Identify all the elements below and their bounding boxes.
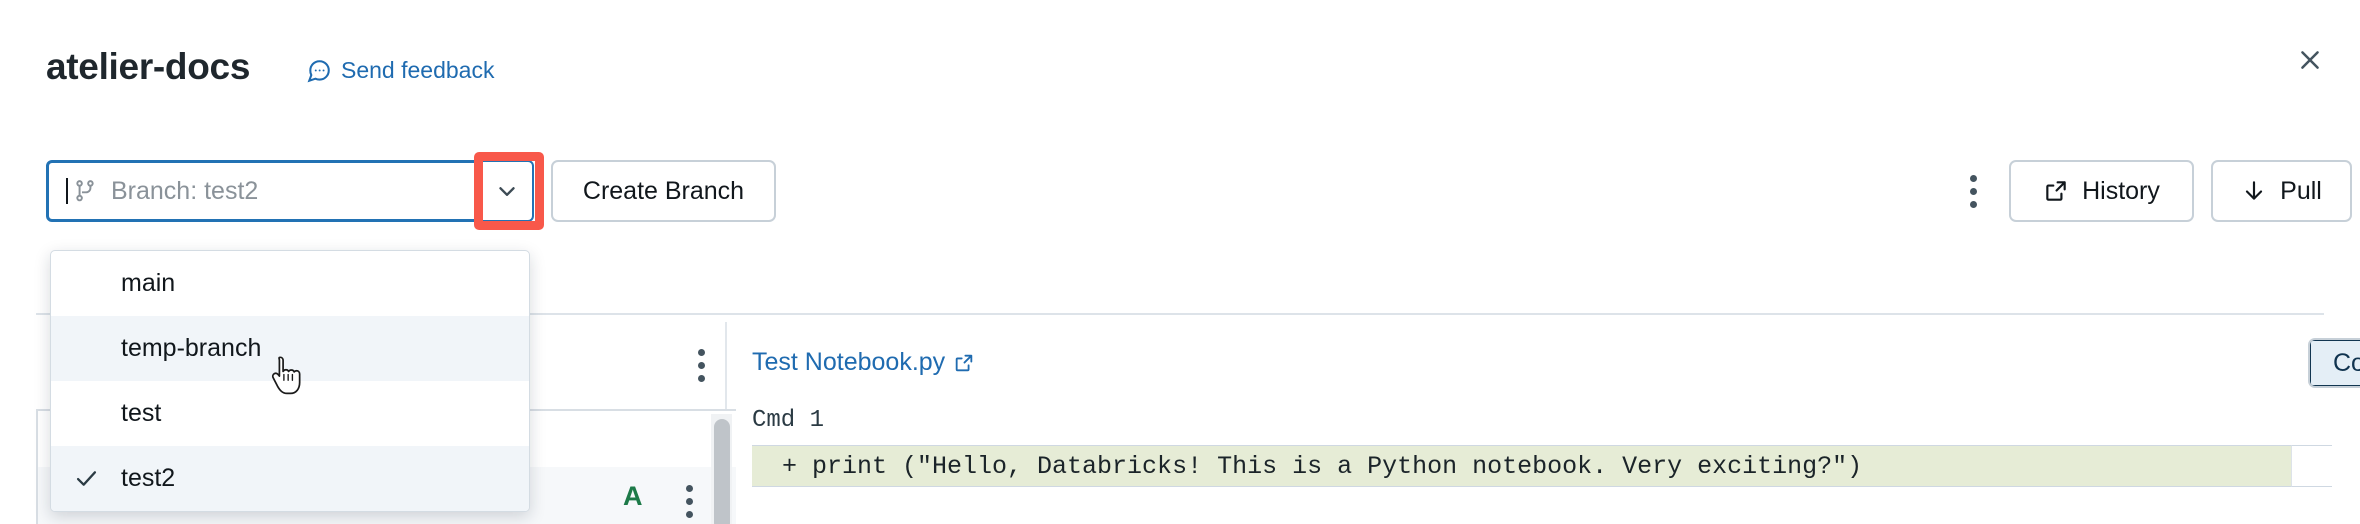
chat-bubble-icon	[306, 58, 332, 84]
branch-option-label: main	[121, 269, 175, 298]
changes-overflow-menu-button[interactable]	[681, 345, 721, 385]
toolbar-overflow-menu-button[interactable]	[1952, 160, 1994, 222]
close-icon	[2297, 47, 2323, 73]
pull-button[interactable]: Pull	[2211, 160, 2352, 222]
kebab-menu-icon	[698, 349, 705, 356]
send-feedback-label: Send feedback	[341, 57, 494, 84]
kebab-menu-icon	[686, 485, 693, 492]
arrow-down-icon	[2241, 178, 2267, 204]
git-folder-dialog: atelier-docs Send feedback	[0, 0, 2360, 524]
tab-code[interactable]: Code	[2308, 338, 2360, 388]
create-branch-button[interactable]: Create Branch	[551, 160, 776, 222]
mouse-cursor-pointer	[268, 355, 306, 401]
branch-input-wrapper[interactable]: Branch: test2	[46, 160, 516, 222]
diff-scrollbar[interactable]	[2291, 445, 2332, 487]
history-button[interactable]: History	[2009, 160, 2194, 222]
send-feedback-link[interactable]: Send feedback	[306, 57, 494, 84]
diff-line-added: + print ("Hello, Databricks! This is a P…	[752, 445, 2332, 487]
diff-file-link[interactable]: Test Notebook.py	[752, 348, 975, 377]
branch-toolbar: Branch: test2 Create Branch History P	[0, 160, 2360, 230]
dialog-header: atelier-docs Send feedback	[0, 0, 2360, 110]
file-row-overflow-menu-button[interactable]	[669, 483, 709, 519]
branch-option-label: test	[121, 399, 161, 428]
page-title: atelier-docs	[46, 46, 250, 88]
check-icon	[51, 465, 121, 492]
close-button[interactable]	[2288, 38, 2332, 82]
diff-file-name: Test Notebook.py	[752, 348, 945, 377]
branch-option-test2[interactable]: test2	[51, 446, 529, 511]
kebab-menu-icon	[1970, 175, 1977, 182]
branch-option-label: test2	[121, 464, 175, 493]
files-scrollbar-thumb[interactable]	[714, 419, 730, 524]
branch-dropdown-toggle[interactable]	[482, 160, 534, 222]
text-caret	[66, 178, 68, 204]
create-branch-label: Create Branch	[583, 177, 744, 206]
file-status-badge: A	[623, 481, 643, 512]
cmd-label: Cmd 1	[752, 407, 824, 434]
external-link-icon	[953, 352, 975, 374]
view-mode-toggle: Code Raw file	[2308, 338, 2360, 388]
chevron-down-icon	[494, 178, 520, 204]
pull-label: Pull	[2280, 177, 2322, 206]
branch-option-label: temp-branch	[121, 334, 261, 363]
git-branch-icon	[72, 178, 98, 204]
diff-line-text: + print ("Hello, Databricks! This is a P…	[752, 452, 1862, 481]
history-label: History	[2082, 177, 2160, 206]
branch-input-placeholder: Branch: test2	[111, 177, 258, 206]
branch-option-main[interactable]: main	[51, 251, 529, 316]
external-link-icon	[2043, 178, 2069, 204]
